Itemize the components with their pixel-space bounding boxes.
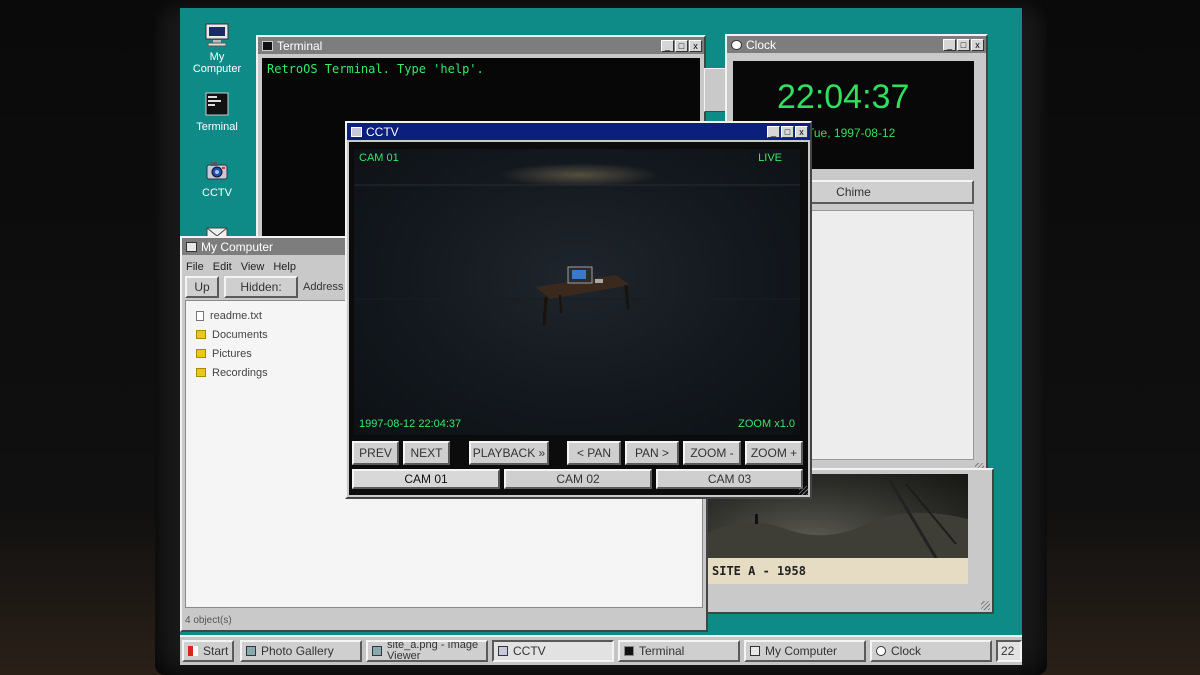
terminal-titlebar[interactable]: Terminal _ □ x bbox=[258, 37, 704, 54]
clock-icon bbox=[876, 646, 886, 656]
cctv-window[interactable]: CCTV _ □ x CAM 01 LIVE 1997-08-12 22:04:37… bbox=[345, 121, 812, 499]
menu-file[interactable]: File bbox=[186, 261, 204, 273]
zoom-readout: ZOOM x1.0 bbox=[738, 418, 795, 430]
address-label: Address bbox=[303, 281, 344, 293]
desktop-icon-terminal[interactable]: Terminal bbox=[182, 92, 252, 133]
cam-03-tab[interactable]: CAM 03 bbox=[656, 469, 803, 489]
feed-timestamp: 1997-08-12 22:04:37 bbox=[359, 418, 462, 430]
file-name: readme.txt bbox=[210, 309, 262, 322]
task-label: CCTV bbox=[513, 644, 546, 658]
task-clock[interactable]: Clock bbox=[870, 640, 992, 662]
document-icon bbox=[196, 310, 204, 321]
flag-icon bbox=[188, 646, 198, 656]
start-label: Start bbox=[203, 644, 229, 658]
system-tray-clock[interactable]: 22 bbox=[996, 640, 1022, 662]
desktop-icon-label: My bbox=[209, 51, 225, 63]
zoom-in-button[interactable]: ZOOM + bbox=[745, 441, 803, 465]
taskbar: Start Photo Gallery site_a.png - Image V… bbox=[180, 635, 1022, 665]
task-photo-gallery[interactable]: Photo Gallery bbox=[240, 640, 362, 662]
maximize-button[interactable]: □ bbox=[675, 39, 688, 52]
task-label: Photo Gallery bbox=[261, 644, 334, 658]
cam-01-tab[interactable]: CAM 01 bbox=[352, 469, 500, 489]
window-title: Terminal bbox=[277, 38, 323, 53]
desktop: My Computer Terminal CCTV Terminal _ □ x R… bbox=[180, 8, 1022, 665]
gallery-icon bbox=[246, 646, 256, 656]
file-name: Documents bbox=[212, 328, 268, 341]
desktop-icon-my-computer[interactable]: My Computer bbox=[182, 22, 252, 75]
close-button[interactable]: x bbox=[689, 39, 702, 52]
cam-02-tab[interactable]: CAM 02 bbox=[504, 469, 652, 489]
close-button[interactable]: x bbox=[971, 38, 984, 51]
tray-time: 22 bbox=[1001, 644, 1015, 658]
pan-left-button[interactable]: < PAN bbox=[567, 441, 621, 465]
zoom-out-button[interactable]: ZOOM - bbox=[683, 441, 741, 465]
prev-button[interactable]: PREV bbox=[352, 441, 399, 465]
menu-bar: File Edit View Help bbox=[186, 261, 296, 273]
hidden-toggle-button[interactable]: Hidden: Off bbox=[224, 276, 298, 312]
start-button[interactable]: Start bbox=[182, 640, 234, 662]
task-label: Clock bbox=[891, 644, 922, 658]
desktop-icon-cctv[interactable]: CCTV bbox=[182, 158, 252, 199]
task-my-computer[interactable]: My Computer bbox=[744, 640, 866, 662]
pan-right-button[interactable]: PAN > bbox=[625, 441, 679, 465]
resize-grip[interactable] bbox=[981, 601, 990, 610]
task-terminal[interactable]: Terminal bbox=[618, 640, 740, 662]
image-icon bbox=[372, 646, 382, 656]
camera-icon bbox=[351, 126, 362, 137]
computer-icon bbox=[205, 23, 229, 47]
file-name: Recordings bbox=[212, 366, 268, 379]
window-title: Clock bbox=[746, 37, 777, 52]
minimize-button[interactable]: _ bbox=[767, 125, 780, 138]
terminal-line: RetroOS Terminal. Type 'help'. bbox=[267, 62, 484, 76]
folder-icon bbox=[196, 349, 206, 358]
up-button[interactable]: Up bbox=[185, 276, 219, 298]
minimize-button[interactable]: _ bbox=[661, 39, 674, 52]
playback-button[interactable]: PLAYBACK » bbox=[469, 441, 549, 465]
terminal-icon bbox=[262, 40, 273, 51]
desktop-icon-label: Terminal bbox=[196, 121, 238, 133]
folder-icon bbox=[196, 330, 206, 339]
next-button[interactable]: NEXT bbox=[403, 441, 450, 465]
desktop-icon-label: CCTV bbox=[202, 187, 232, 199]
desktop-icon-label: Computer bbox=[192, 63, 242, 75]
camera-scene bbox=[354, 163, 800, 326]
clock-icon bbox=[731, 39, 742, 50]
task-label: My Computer bbox=[765, 644, 838, 658]
maximize-button[interactable]: □ bbox=[781, 125, 794, 138]
file-name: Pictures bbox=[212, 347, 252, 360]
clock-titlebar[interactable]: Clock _ □ x bbox=[727, 36, 986, 53]
clock-date: Tue, 1997-08-12 bbox=[807, 126, 896, 140]
status-bar: 4 object(s) bbox=[185, 615, 232, 626]
menu-edit[interactable]: Edit bbox=[213, 261, 232, 273]
cctv-controls: PREV NEXT PLAYBACK » < PAN PAN > ZOOM - … bbox=[352, 441, 804, 489]
terminal-icon bbox=[624, 646, 634, 656]
live-indicator: LIVE bbox=[758, 152, 782, 164]
task-cctv[interactable]: CCTV bbox=[492, 640, 614, 662]
clock-time: 22:04:37 bbox=[777, 78, 910, 116]
camera-label: CAM 01 bbox=[359, 152, 399, 164]
explorer-toolbar: Up Hidden: Off Address bbox=[185, 276, 344, 312]
menu-view[interactable]: View bbox=[241, 261, 265, 273]
cctv-titlebar[interactable]: CCTV _ □ x bbox=[347, 123, 810, 140]
computer-icon bbox=[750, 646, 760, 656]
task-image-viewer[interactable]: site_a.png - Image Viewer bbox=[366, 640, 488, 662]
maximize-button[interactable]: □ bbox=[957, 38, 970, 51]
menu-help[interactable]: Help bbox=[273, 261, 296, 273]
task-label: Terminal bbox=[639, 644, 685, 658]
close-button[interactable]: x bbox=[795, 125, 808, 138]
window-title: CCTV bbox=[366, 124, 399, 139]
camera-icon bbox=[206, 162, 228, 180]
folder-icon bbox=[196, 368, 206, 377]
minimize-button[interactable]: _ bbox=[943, 38, 956, 51]
camera-icon bbox=[498, 646, 508, 656]
terminal-icon bbox=[205, 92, 229, 116]
computer-icon bbox=[186, 241, 197, 252]
resize-grip[interactable] bbox=[799, 486, 808, 495]
photo-caption: SITE A - 1958 bbox=[706, 558, 968, 584]
task-label: site_a.png - Image Viewer bbox=[387, 640, 479, 662]
camera-feed[interactable]: CAM 01 LIVE 1997-08-12 22:04:37 ZOOM x1.… bbox=[352, 147, 802, 437]
